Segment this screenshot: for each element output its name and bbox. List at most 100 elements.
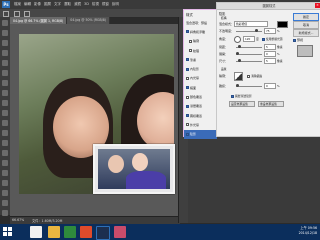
taskbar-clock[interactable]: 上午 09:56 2014/12/18 [299, 226, 317, 236]
menu-filter[interactable]: 濾鏡 [74, 2, 81, 7]
style-item-drop-shadow[interactable]: 陰影 [184, 129, 217, 139]
checkbox-icon[interactable] [186, 76, 189, 80]
menu-help[interactable]: 說明 [112, 2, 119, 7]
menu-layer[interactable]: 圖層 [44, 2, 51, 7]
windows-start-icon[interactable] [3, 227, 13, 237]
tab-document-1[interactable]: 04.jpg @ 66.7% (圖層 1, RGB/8) [10, 17, 68, 24]
style-item-satin[interactable]: 緞面 [184, 83, 217, 92]
checkbox-icon[interactable] [186, 132, 189, 136]
app-icon-other[interactable] [114, 226, 126, 238]
slider-knob[interactable] [238, 45, 241, 48]
knockout-checkbox[interactable] [231, 94, 234, 98]
menu-image[interactable]: 影像 [34, 2, 41, 7]
angle-field[interactable]: 120 [243, 36, 255, 42]
style-item-inner-glow[interactable]: 內光暈 [184, 74, 217, 83]
antialias-checkbox[interactable] [247, 74, 250, 78]
photoshop-logo[interactable]: Ps [2, 1, 10, 8]
checkbox-icon[interactable] [186, 86, 189, 90]
gradient-tool-icon[interactable] [2, 130, 8, 136]
app-icon-explorer[interactable] [48, 226, 60, 238]
healing-tool-icon[interactable] [2, 80, 8, 86]
reset-default-button[interactable]: 重設為預設值 [258, 101, 284, 107]
global-light-checkbox[interactable] [261, 37, 265, 41]
checkbox-icon[interactable] [186, 114, 189, 118]
ok-button[interactable]: 確定 [293, 13, 319, 21]
checkbox-icon[interactable] [189, 49, 192, 53]
shadow-color-swatch[interactable] [277, 21, 288, 28]
opacity-field[interactable]: 75 [264, 28, 276, 34]
app-icon-ie[interactable] [30, 226, 42, 238]
framed-photo-layer[interactable] [93, 144, 175, 194]
style-item-outer-glow[interactable]: 外光暈 [184, 120, 217, 129]
make-default-button[interactable]: 設定為預設值 [229, 101, 255, 107]
close-icon[interactable]: ✕ [315, 3, 320, 8]
style-item-bevel[interactable]: 斜角和浮雕 [184, 27, 217, 36]
pen-tool-icon[interactable] [2, 160, 8, 166]
menu-type[interactable]: 文字 [54, 2, 61, 7]
menu-view[interactable]: 檢視 [92, 2, 99, 7]
tab-document-2[interactable]: 04.jpg @ 50% (RGB/8) [67, 17, 111, 24]
menu-window[interactable]: 視窗 [102, 2, 109, 7]
move-tool-icon[interactable] [2, 20, 8, 26]
style-item-stroke[interactable]: 筆畫 [184, 55, 217, 64]
slider-knob[interactable] [255, 29, 258, 32]
spread-field[interactable]: 0 [264, 51, 276, 57]
style-item-gradient-overlay[interactable]: 漸層覆蓋 [184, 102, 217, 111]
cancel-button[interactable]: 取消 [293, 21, 319, 29]
quick-select-tool-icon[interactable] [2, 50, 8, 56]
preview-checkbox[interactable] [293, 38, 296, 42]
stamp-tool-icon[interactable] [2, 100, 8, 106]
style-item-color-overlay[interactable]: 顏色覆蓋 [184, 92, 217, 101]
crop-tool-icon[interactable] [2, 60, 8, 66]
slider-knob[interactable] [236, 52, 239, 55]
marquee-tool-icon[interactable] [2, 30, 8, 36]
eraser-tool-icon[interactable] [2, 120, 8, 126]
blend-mode-select[interactable]: 色彩增值 [234, 21, 268, 27]
dialog-titlebar[interactable]: 圖層樣式 ✕ [217, 3, 320, 10]
type-tool-icon[interactable] [2, 170, 8, 176]
app-icon-photoshop[interactable] [96, 226, 110, 240]
checkbox-icon[interactable] [186, 58, 189, 62]
app-icon-chrome[interactable] [80, 226, 92, 238]
blur-tool-icon[interactable] [2, 140, 8, 146]
menu-select[interactable]: 選取 [64, 2, 71, 7]
contour-preview-icon[interactable] [234, 71, 243, 81]
history-brush-tool-icon[interactable] [2, 110, 8, 116]
checkbox-icon[interactable] [186, 123, 189, 127]
eyedropper-tool-icon[interactable] [2, 70, 8, 76]
opacity-slider[interactable] [236, 29, 262, 32]
size-slider[interactable] [236, 59, 262, 62]
style-item-texture[interactable]: 紋理 [184, 46, 217, 55]
menu-edit[interactable]: 編輯 [24, 2, 31, 7]
checkbox-icon[interactable] [186, 30, 189, 34]
dodge-tool-icon[interactable] [2, 150, 8, 156]
lasso-tool-icon[interactable] [2, 40, 8, 46]
menu-file[interactable]: 檔案 [14, 2, 21, 7]
spread-slider[interactable] [236, 52, 262, 55]
checkbox-icon[interactable] [186, 104, 189, 108]
brush-tool-icon[interactable] [2, 90, 8, 96]
distance-slider[interactable] [236, 45, 262, 48]
new-style-button[interactable]: 新增樣式... [293, 29, 319, 37]
checkbox-icon[interactable] [186, 67, 189, 71]
style-item-inner-shadow[interactable]: 內陰影 [184, 64, 217, 73]
size-field[interactable]: 5 [264, 58, 276, 64]
checkbox-icon[interactable] [186, 95, 189, 99]
style-item-contour[interactable]: 輪廓 [184, 37, 217, 46]
style-item-pattern-overlay[interactable]: 圖樣覆蓋 [184, 111, 217, 120]
styles-heading[interactable]: 樣式 [186, 12, 215, 17]
menu-3d[interactable]: 3D [84, 2, 89, 7]
slider-knob[interactable] [238, 59, 241, 62]
slider-knob[interactable] [236, 84, 239, 87]
shape-tool-icon[interactable] [2, 190, 8, 196]
app-icon-store[interactable] [64, 226, 76, 238]
noise-field[interactable]: 0 [264, 83, 276, 89]
angle-dial-icon[interactable] [234, 35, 241, 43]
zoom-level[interactable]: 66.67% [12, 218, 24, 222]
distance-field[interactable]: 5 [264, 44, 276, 50]
noise-slider[interactable] [236, 84, 262, 87]
path-select-tool-icon[interactable] [2, 180, 8, 186]
style-item-blending[interactable]: 混合選項：預設 [184, 18, 217, 27]
hand-tool-icon[interactable] [2, 200, 8, 206]
checkbox-icon[interactable] [189, 39, 192, 43]
